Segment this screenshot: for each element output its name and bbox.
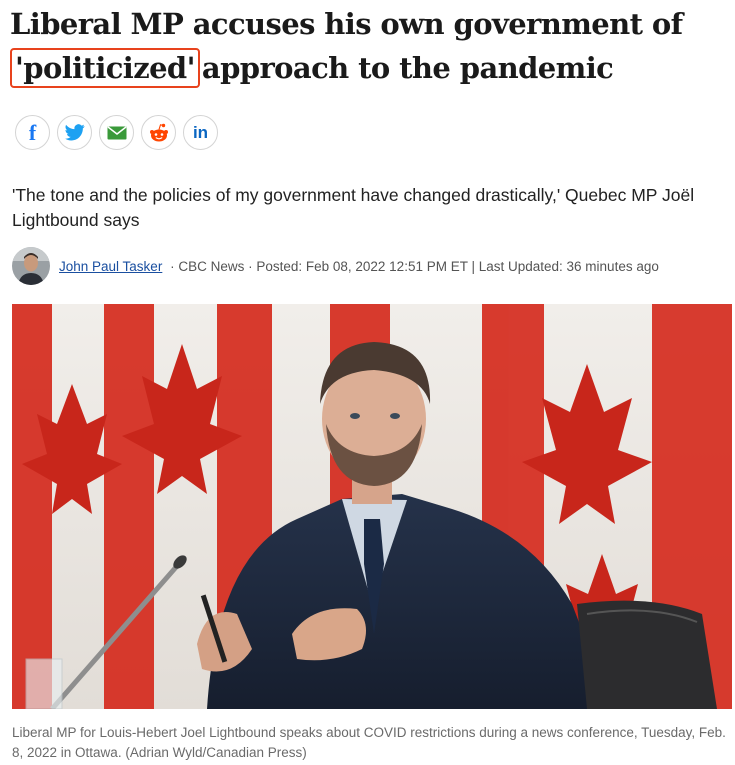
linkedin-icon: in [192,123,209,142]
share-reddit-button[interactable] [141,115,176,150]
byline: John Paul Tasker · CBC News · Posted: Fe… [12,247,659,285]
share-linkedin-button[interactable]: in [183,115,218,150]
headline-highlight: 'politicized' [10,48,200,88]
headline-text-line1: Liberal MP accuses his own government of [10,7,683,41]
author-avatar[interactable] [12,247,50,285]
share-bar: f in [15,115,218,150]
article-deck: 'The tone and the policies of my governm… [12,185,695,230]
share-facebook-button[interactable]: f [15,115,50,150]
author-link[interactable]: John Paul Tasker [59,259,162,274]
facebook-icon: f [28,119,37,145]
byline-meta: · CBC News · Posted: Feb 08, 2022 12:51 … [166,258,659,274]
photo-caption: Liberal MP for Louis-Hebert Joel Lightbo… [12,725,726,760]
lead-photo [12,304,732,709]
reddit-icon [149,123,168,141]
headline-text-line2: approach to the pandemic [201,51,614,85]
share-twitter-button[interactable] [57,115,92,150]
twitter-icon [64,124,85,141]
email-icon [107,125,126,139]
share-email-button[interactable] [99,115,134,150]
article-headline: Liberal MP accuses his own government of… [10,2,730,90]
